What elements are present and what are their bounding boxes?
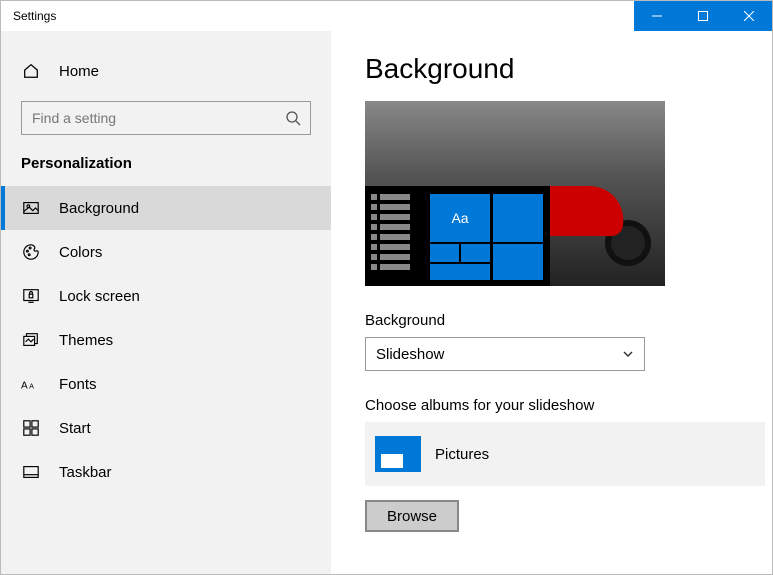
search-container [21,101,311,135]
svg-text:A: A [29,382,34,391]
sidebar-item-background[interactable]: Background [1,186,331,230]
sidebar-item-start[interactable]: Start [1,406,331,450]
svg-text:A: A [21,381,28,392]
search-icon [285,110,301,126]
select-value: Slideshow [376,346,444,363]
window-title: Settings [1,9,56,23]
main-content: Background [331,31,772,574]
search-input[interactable] [21,101,311,135]
browse-button-label: Browse [387,508,437,525]
taskbar-icon [21,463,41,481]
body: Home Personalization Background [1,31,772,574]
titlebar: Settings [1,1,772,31]
sidebar-item-label: Fonts [59,376,97,393]
window-controls [634,1,772,31]
minimize-button[interactable] [634,1,680,31]
minimize-icon [652,11,662,21]
browse-button[interactable]: Browse [365,500,459,532]
sidebar-item-label: Themes [59,332,113,349]
album-name: Pictures [435,446,489,463]
picture-icon [21,199,41,217]
section-title: Personalization [1,149,331,186]
page-title: Background [365,53,738,85]
sidebar-item-taskbar[interactable]: Taskbar [1,450,331,494]
sidebar-item-label: Start [59,420,91,437]
background-preview: Aa [365,101,665,286]
sidebar-item-label: Lock screen [59,288,140,305]
background-field-label: Background [365,312,738,329]
preview-start-menu: Aa [365,186,550,286]
sidebar: Home Personalization Background [1,31,331,574]
settings-window: Settings Home [0,0,773,575]
sidebar-item-lock-screen[interactable]: Lock screen [1,274,331,318]
albums-field-label: Choose albums for your slideshow [365,397,738,414]
album-item[interactable]: Pictures [365,422,765,486]
start-icon [21,419,41,437]
sidebar-item-colors[interactable]: Colors [1,230,331,274]
nav-list: Background Colors Lock screen [1,186,331,494]
home-icon [21,62,41,80]
home-link[interactable]: Home [1,49,331,93]
home-label: Home [59,63,99,80]
maximize-icon [698,11,708,21]
close-button[interactable] [726,1,772,31]
themes-icon [21,331,41,349]
lock-screen-icon [21,287,41,305]
close-icon [744,11,754,21]
maximize-button[interactable] [680,1,726,31]
sidebar-item-label: Taskbar [59,464,112,481]
background-type-select[interactable]: Slideshow [365,337,645,371]
preview-tile-sample: Aa [430,194,490,242]
folder-thumb-icon [375,436,421,472]
chevron-down-icon [622,348,634,360]
sidebar-item-label: Background [59,200,139,217]
sidebar-item-themes[interactable]: Themes [1,318,331,362]
sidebar-item-fonts[interactable]: AA Fonts [1,362,331,406]
palette-icon [21,243,41,261]
fonts-icon: AA [21,376,41,392]
sidebar-item-label: Colors [59,244,102,261]
